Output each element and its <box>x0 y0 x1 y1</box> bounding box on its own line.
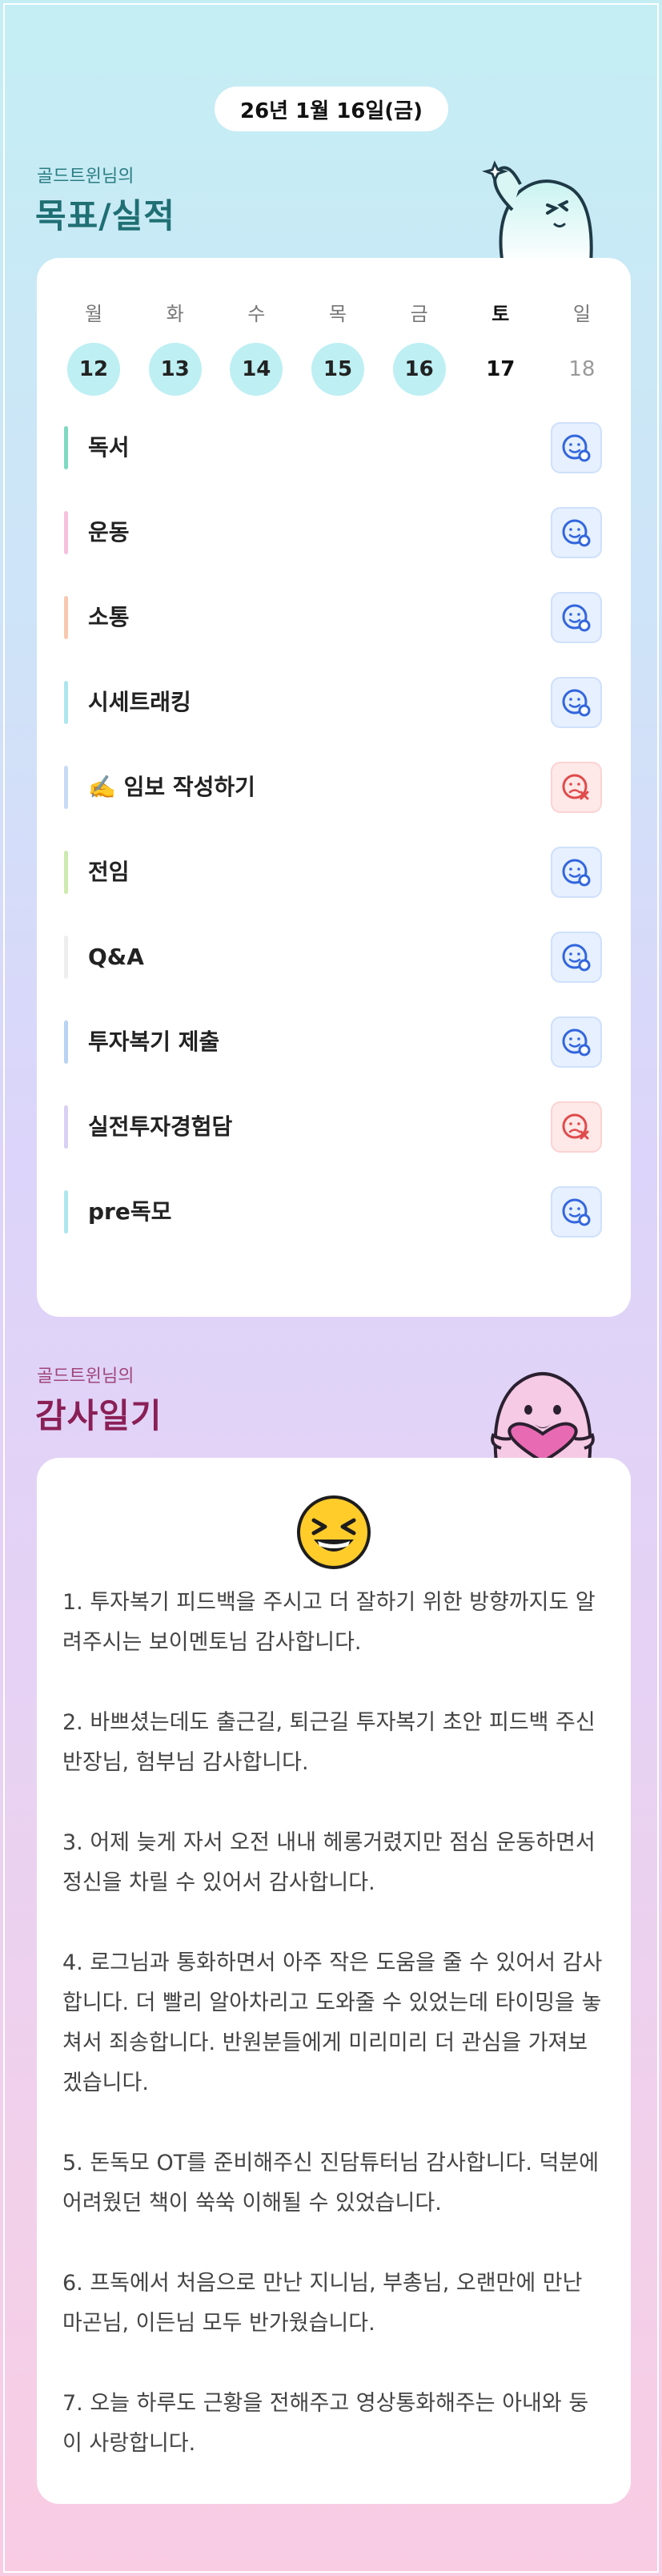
weekday-wed: 수 <box>247 303 266 325</box>
goal-color-bar <box>64 851 68 894</box>
diary-entry: 3. 어제 늦게 자서 오전 내내 헤롱거렸지만 점심 운동하면서 정신을 차릴… <box>62 1830 596 1895</box>
goal-item[interactable]: 전임 <box>64 846 602 899</box>
success-face-icon[interactable] <box>551 1186 602 1238</box>
weekday-mon: 월 <box>84 303 103 325</box>
goals-title: 목표/실적 <box>35 196 175 235</box>
goal-color-bar <box>64 426 68 469</box>
goals-card: 월 화 수 목 금 토 일 12 13 14 15 16 17 18 독서 운동… <box>37 258 631 1317</box>
success-face-icon[interactable] <box>551 847 602 898</box>
goals-owner-label: 골드트윈님의 <box>37 167 134 187</box>
goal-item[interactable]: 운동 <box>64 506 602 559</box>
success-face-icon[interactable] <box>551 677 602 728</box>
goal-color-bar <box>64 766 68 809</box>
diary-entry: 5. 돈독모 OT를 준비해주신 진담튜터님 감사합니다. 덕분에 어려웠던 책… <box>62 2151 600 2216</box>
fail-face-icon[interactable] <box>551 1101 602 1153</box>
goal-color-bar <box>64 1020 68 1064</box>
weekday-sun: 일 <box>572 303 591 325</box>
goal-label: 실전투자경험담 <box>88 1113 233 1140</box>
goal-item[interactable]: Q&A <box>64 931 602 984</box>
success-face-icon[interactable] <box>551 592 602 643</box>
goal-label: Q&A <box>88 944 144 970</box>
diary-title: 감사일기 <box>35 1396 162 1435</box>
goal-label: 소통 <box>88 604 130 630</box>
diary-card: 1. 투자복기 피드백을 주시고 더 잘하기 위한 방향까지도 알려주시는 보이… <box>37 1458 631 2504</box>
success-face-icon[interactable] <box>551 507 602 558</box>
date-cell-today[interactable]: 17 <box>474 343 527 396</box>
weekday-sat: 토 <box>491 303 510 325</box>
goal-color-bar <box>64 596 68 639</box>
mint-mascot-illustration <box>481 160 593 264</box>
success-face-icon[interactable] <box>551 422 602 473</box>
goal-item[interactable]: 독서 <box>64 421 602 474</box>
goal-color-bar <box>64 936 68 979</box>
goal-color-bar <box>64 1190 68 1234</box>
date-cell[interactable]: 12 <box>67 343 120 396</box>
diary-entry: 4. 로그님과 통화하면서 아주 작은 도움을 줄 수 있어서 감사합니다. 더… <box>62 1950 603 2095</box>
date-cell[interactable]: 16 <box>392 343 446 396</box>
date-row: 12 13 14 15 16 17 18 <box>67 343 608 396</box>
goal-color-bar <box>64 681 68 724</box>
weekday-tue: 화 <box>166 303 184 325</box>
diary-entry: 6. 프독에서 처음으로 만난 지니님, 부총님, 오랜만에 만난 마곤님, 이… <box>62 2271 583 2336</box>
success-face-icon[interactable] <box>551 1016 602 1068</box>
weekday-thu: 목 <box>328 303 347 325</box>
goal-label: 독서 <box>88 434 130 461</box>
goal-item[interactable]: 실전투자경험담 <box>64 1101 602 1153</box>
success-face-icon[interactable] <box>551 932 602 983</box>
diary-entry: 7. 오늘 하루도 근황을 전해주고 영상통화해주는 아내와 둥이 사랑합니다. <box>62 2391 589 2456</box>
pink-mascot-with-heart-illustration <box>491 1372 595 1462</box>
goal-label: 투자복기 제출 <box>88 1028 220 1055</box>
diary-entry: 2. 바쁘셨는데도 출근길, 퇴근길 투자복기 초안 피드백 주신 반장님, 험… <box>62 1710 596 1775</box>
goal-item[interactable]: 소통 <box>64 591 602 644</box>
goal-item[interactable]: 시세트래킹 <box>64 676 602 729</box>
diary-entry: 1. 투자복기 피드백을 주시고 더 잘하기 위한 방향까지도 알려주시는 보이… <box>62 1590 596 1655</box>
goal-label: pre독모 <box>88 1198 172 1225</box>
goal-color-bar <box>64 1105 68 1149</box>
goal-label: 시세트래킹 <box>88 689 191 715</box>
date-cell[interactable]: 15 <box>311 343 364 396</box>
goal-color-bar <box>64 511 68 554</box>
diary-owner-label: 골드트윈님의 <box>37 1366 134 1387</box>
goal-item[interactable]: 투자복기 제출 <box>64 1016 602 1069</box>
goal-label: ✍️ 임보 작성하기 <box>88 774 255 800</box>
goal-item[interactable]: pre독모 <box>64 1185 602 1238</box>
laughing-emoji-icon <box>296 1495 371 1570</box>
weekday-row: 월 화 수 목 금 토 일 <box>67 298 608 326</box>
date-cell[interactable]: 14 <box>230 343 283 396</box>
goal-label: 전임 <box>88 859 130 885</box>
goal-item[interactable]: ✍️ 임보 작성하기 <box>64 761 602 814</box>
date-cell[interactable]: 18 <box>556 343 608 396</box>
weekday-fri: 금 <box>410 303 428 325</box>
goal-label: 운동 <box>88 519 130 545</box>
fail-face-icon[interactable] <box>551 762 602 813</box>
date-pill[interactable]: 26년 1월 16일(금) <box>215 87 448 131</box>
date-cell[interactable]: 13 <box>148 343 202 396</box>
